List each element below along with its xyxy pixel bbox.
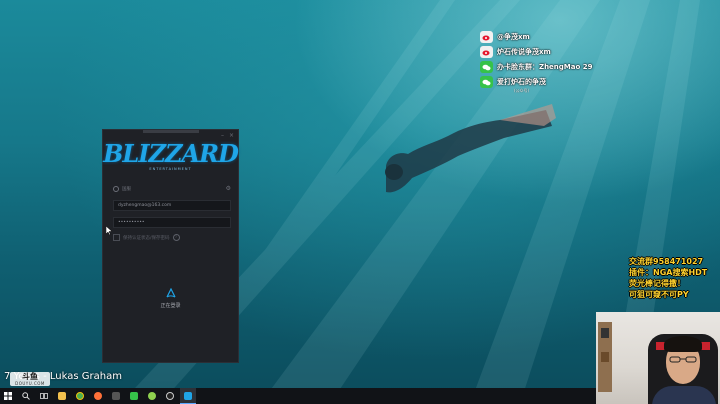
fox-icon — [94, 392, 102, 400]
battle-net-app-icon — [184, 391, 192, 400]
region-label: 国服 — [122, 186, 131, 192]
wechat-public-sub: (公众号) — [514, 88, 530, 93]
weibo-icon — [480, 31, 493, 43]
task-view-icon[interactable] — [36, 388, 52, 404]
wechat-icon — [480, 61, 493, 73]
stream-info-overlay: 交流群958471027 插件：NGA搜索HDT 荧光棒记得撒！ 可狙可窥不可P… — [629, 256, 707, 300]
wechat-app-icon — [130, 392, 138, 400]
region-selector[interactable]: 国服 ⚙ — [113, 184, 231, 193]
recorder-icon — [166, 392, 174, 400]
weibo-tag: 炉石传说争茂xm — [497, 48, 551, 56]
wechat-icon[interactable] — [126, 388, 142, 404]
battle-net-icon[interactable] — [180, 388, 196, 404]
password-field[interactable]: •••••••••• — [113, 217, 231, 228]
gear-icon[interactable]: ⚙ — [226, 185, 231, 192]
windows-taskbar — [0, 388, 596, 404]
remember-label: 保持认证状态/保存密码 — [123, 235, 170, 241]
douyu-watermark: 斗鱼 DOUYU.COM — [10, 372, 50, 386]
chat-icon[interactable] — [144, 388, 160, 404]
webcam-feed — [596, 312, 720, 404]
windows-icon[interactable] — [0, 388, 16, 404]
weibo-name: @争茂xm — [497, 33, 530, 41]
glow-line: 荧光棒记得撒！ — [629, 279, 685, 288]
file-explorer-icon[interactable] — [54, 388, 70, 404]
glasses-icon — [669, 356, 697, 363]
loading-spinner-icon — [166, 288, 176, 298]
search-icon[interactable] — [18, 388, 34, 404]
shelf-item — [601, 352, 609, 362]
diver-silhouette — [385, 104, 556, 193]
obs-icon[interactable] — [162, 388, 178, 404]
mouse-cursor-icon — [106, 226, 112, 235]
wechat-icon — [480, 76, 493, 88]
chat-app-icon — [148, 392, 156, 400]
hearthstone-row: 炉石传说争茂xm — [480, 45, 592, 59]
group-line: 交流群958471027 — [629, 257, 704, 266]
wechat-group-row: 办卡脸东群：ZhengMao 29 — [480, 60, 592, 74]
social-overlay: @争茂xm 炉石传说争茂xm 办卡脸东群：ZhengMao 29 爱打炉石的争茂… — [480, 30, 592, 94]
email-field[interactable]: dyzhengmao@163.com — [113, 200, 231, 211]
douyu-logo-text: 斗鱼 — [22, 371, 38, 381]
douyu-url: DOUYU.COM — [15, 380, 45, 386]
help-icon[interactable]: ? — [172, 234, 180, 241]
streamer-body — [652, 386, 716, 404]
wechat-public: 爱打炉石的争茂 — [497, 78, 546, 86]
media-icon[interactable] — [108, 388, 124, 404]
weibo-row: @争茂xm — [480, 30, 592, 44]
weibo-icon — [480, 46, 493, 58]
webcam-shelf — [598, 322, 612, 392]
login-status: 正在登录 — [160, 303, 181, 309]
media-player-icon — [112, 392, 120, 400]
window-drag-handle[interactable] — [143, 130, 199, 133]
remember-checkbox[interactable] — [113, 234, 120, 241]
motto-line: 可狙可窥不可PY — [629, 290, 689, 299]
chrome-icon[interactable] — [72, 388, 88, 404]
wechat-group: 办卡脸东群：ZhengMao 29 — [497, 63, 593, 71]
logo-wordmark: BLIZZARD — [103, 139, 239, 168]
folder-icon — [58, 392, 66, 400]
wechat-public-row: 爱打炉石的争茂 — [480, 75, 592, 89]
battle-net-login-window: – × BLIZZARD ENTERTAINMENT 国服 ⚙ dyzhengm… — [102, 129, 239, 363]
plugin-line: 插件：NGA搜索HDT — [629, 268, 708, 277]
browser-icon — [76, 392, 84, 400]
shelf-item — [601, 328, 609, 338]
blizzard-logo: BLIZZARD ENTERTAINMENT — [103, 139, 239, 172]
streamer-hair — [664, 336, 702, 352]
firefox-icon[interactable] — [90, 388, 106, 404]
remember-option[interactable]: 保持认证状态/保存密码 ? — [113, 234, 180, 241]
globe-icon — [113, 185, 119, 192]
